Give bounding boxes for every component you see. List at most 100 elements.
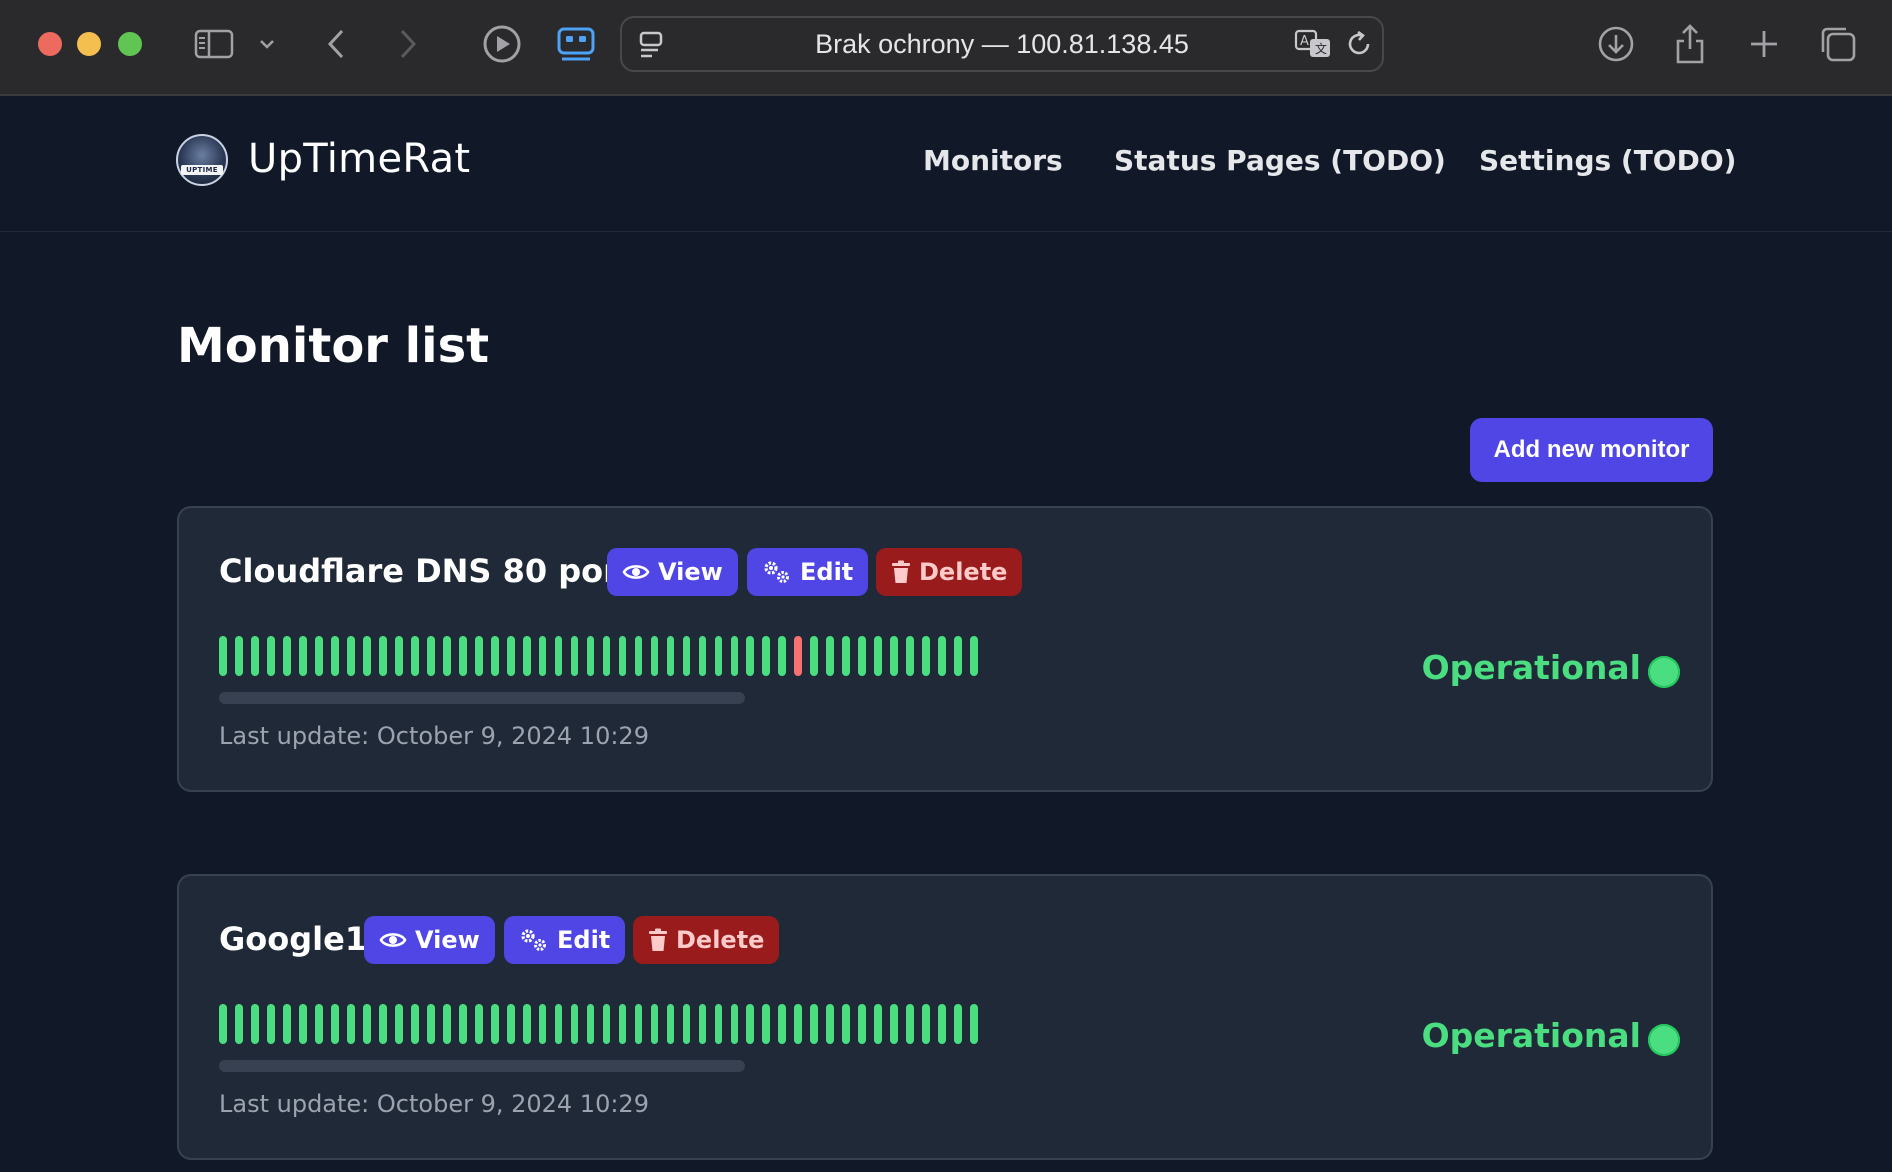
nav-monitors[interactable]: Monitors [923,144,1063,177]
heartbeat-up[interactable] [362,1004,371,1044]
heartbeat-up[interactable] [442,636,451,676]
heartbeat-up[interactable] [810,636,819,676]
nav-status-pages[interactable]: Status Pages (TODO) [1114,144,1446,177]
heartbeat-up[interactable] [219,1004,227,1044]
reload-icon[interactable] [1344,29,1374,63]
back-icon[interactable] [322,22,350,66]
heartbeat-up[interactable] [298,636,307,676]
heartbeat-up[interactable] [906,636,915,676]
heartbeat-up[interactable] [458,1004,467,1044]
heartbeat-up[interactable] [458,636,467,676]
heartbeat-up[interactable] [394,1004,403,1044]
heartbeat-up[interactable] [410,1004,419,1044]
heartbeat-up[interactable] [250,636,259,676]
heartbeat-up[interactable] [314,636,323,676]
heartbeat-up[interactable] [762,636,771,676]
heartbeat-up[interactable] [538,1004,547,1044]
heartbeat-up[interactable] [826,636,835,676]
heartbeat-up[interactable] [330,636,339,676]
heartbeat-up[interactable] [906,1004,915,1044]
heartbeat-up[interactable] [730,636,739,676]
heartbeat-up[interactable] [778,636,787,676]
heartbeat-up[interactable] [794,1004,803,1044]
heartbeat-up[interactable] [954,636,963,676]
heartbeat-up[interactable] [746,636,755,676]
heartbeat-up[interactable] [714,1004,723,1044]
heartbeat-up[interactable] [426,1004,435,1044]
heartbeat-up[interactable] [842,1004,851,1044]
close-window-button[interactable] [38,32,62,56]
heartbeat-up[interactable] [234,1004,243,1044]
heartbeat-up[interactable] [874,636,883,676]
heartbeat-up[interactable] [682,636,691,676]
heartbeat-up[interactable] [330,1004,339,1044]
brand-name[interactable]: UpTimeRat [248,136,470,182]
heartbeat-up[interactable] [938,1004,947,1044]
heartbeat-up[interactable] [650,1004,659,1044]
heartbeat-up[interactable] [282,636,291,676]
heartbeat-up[interactable] [586,636,595,676]
heartbeat-up[interactable] [346,636,355,676]
tabs-overview-icon[interactable] [1816,22,1860,66]
heartbeat-down[interactable] [794,636,803,676]
record-icon[interactable] [480,22,524,66]
zoom-window-button[interactable] [118,32,142,56]
heartbeat-up[interactable] [362,636,371,676]
heartbeat-up[interactable] [634,636,643,676]
edit-button[interactable]: Edit [504,916,626,964]
heartbeat-up[interactable] [890,1004,899,1044]
heartbeat-up[interactable] [394,636,403,676]
heartbeat-up[interactable] [698,1004,707,1044]
view-button[interactable]: View [607,548,738,596]
heartbeat-up[interactable] [874,1004,883,1044]
delete-button[interactable]: Delete [876,548,1023,596]
heartbeat-up[interactable] [938,636,947,676]
share-icon[interactable] [1668,22,1712,66]
heartbeat-up[interactable] [474,636,483,676]
heartbeat-up[interactable] [522,1004,531,1044]
download-icon[interactable] [1594,22,1638,66]
heartbeat-up[interactable] [730,1004,739,1044]
heartbeat-up[interactable] [506,636,515,676]
heartbeat-up[interactable] [922,1004,931,1044]
minimize-window-button[interactable] [77,32,101,56]
heartbeat-up[interactable] [954,1004,963,1044]
heartbeat-up[interactable] [858,1004,867,1044]
heartbeat-up[interactable] [234,636,243,676]
heartbeat-up[interactable] [522,636,531,676]
heartbeat-up[interactable] [826,1004,835,1044]
heartbeat-up[interactable] [618,1004,627,1044]
heartbeat-up[interactable] [618,636,627,676]
heartbeat-up[interactable] [666,636,675,676]
heartbeat-up[interactable] [666,1004,675,1044]
heartbeat-up[interactable] [602,1004,611,1044]
heartbeat-up[interactable] [346,1004,355,1044]
heartbeat-up[interactable] [442,1004,451,1044]
heartbeat-up[interactable] [490,636,499,676]
heartbeat-up[interactable] [890,636,899,676]
heartbeat-up[interactable] [970,636,979,676]
heartbeat-up[interactable] [490,1004,499,1044]
heartbeat-up[interactable] [554,636,563,676]
heartbeat-up[interactable] [250,1004,259,1044]
heartbeat-up[interactable] [426,636,435,676]
heartbeat-up[interactable] [858,636,867,676]
heartbeat-up[interactable] [650,636,659,676]
forward-icon[interactable] [394,22,422,66]
heartbeat-up[interactable] [282,1004,291,1044]
heartbeat-up[interactable] [634,1004,643,1044]
heartbeat-up[interactable] [602,636,611,676]
heartbeat-up[interactable] [698,636,707,676]
heartbeat-up[interactable] [570,636,579,676]
address-bar[interactable]: Brak ochrony — 100.81.138.45 A文 [620,16,1384,72]
translate-icon[interactable]: A文 [1294,28,1334,64]
heartbeat-up[interactable] [682,1004,691,1044]
heartbeat-up[interactable] [810,1004,819,1044]
delete-button[interactable]: Delete [633,916,780,964]
add-monitor-button[interactable]: Add new monitor [1470,418,1713,482]
view-button[interactable]: View [364,916,495,964]
nav-settings[interactable]: Settings (TODO) [1479,144,1736,177]
heartbeat-up[interactable] [778,1004,787,1044]
chevron-down-icon[interactable] [256,22,278,66]
heartbeat-up[interactable] [970,1004,979,1044]
